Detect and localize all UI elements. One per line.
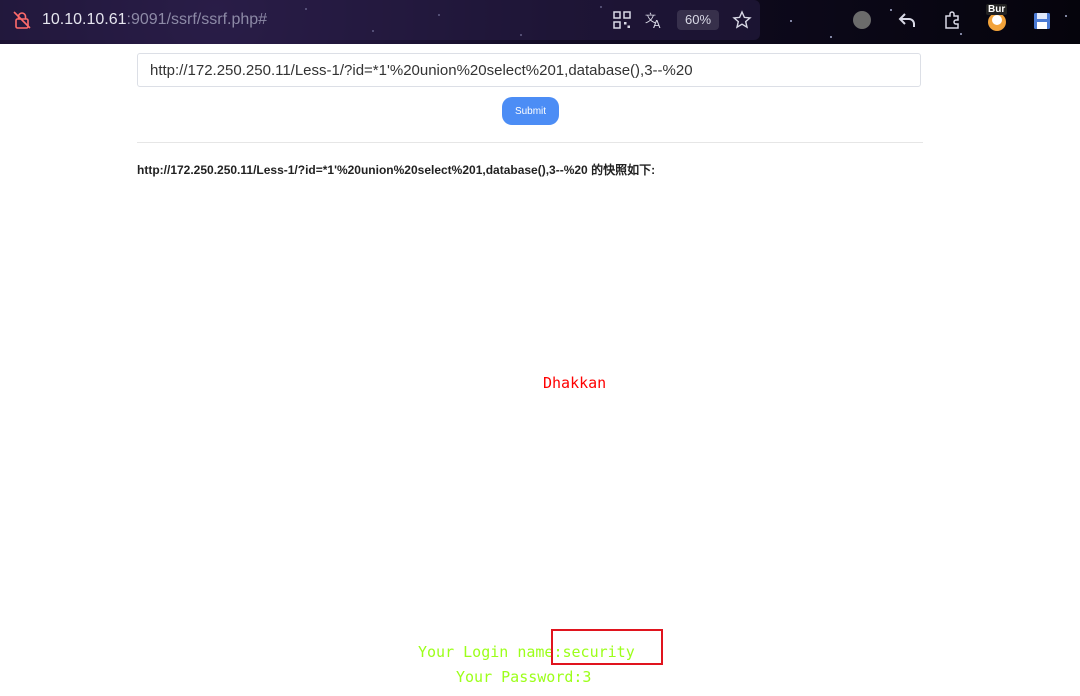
decor-star: [890, 9, 892, 11]
puzzle-icon[interactable]: [942, 10, 962, 30]
back-arrow-icon[interactable]: [897, 10, 917, 30]
decor-star: [790, 20, 792, 22]
insecure-lock-icon[interactable]: [12, 10, 32, 30]
url-input[interactable]: [137, 53, 921, 87]
zoom-level-badge[interactable]: 60%: [677, 10, 719, 30]
star-icon[interactable]: [732, 10, 752, 30]
password-line: Your Password:3: [456, 668, 592, 686]
address-bar[interactable]: 10.10.10.61:9091/ssrf/ssrf.php# 文 A 60%: [0, 0, 760, 40]
address-text[interactable]: 10.10.10.61:9091/ssrf/ssrf.php#: [42, 11, 267, 29]
qr-code-icon[interactable]: [612, 10, 632, 30]
address-host: 10.10.10.61: [42, 11, 127, 28]
highlight-box: [551, 629, 663, 665]
decor-star: [830, 36, 832, 38]
decor-star: [1065, 15, 1067, 17]
save-icon[interactable]: [1032, 11, 1052, 31]
snapshot-label: http://172.250.250.11/Less-1/?id=*1'%20u…: [137, 163, 656, 177]
browser-toolbar: 10.10.10.61:9091/ssrf/ssrf.php# 文 A 60% …: [0, 0, 1080, 44]
decor-star: [960, 33, 962, 35]
burp-label: Bur: [986, 4, 1008, 15]
submit-button[interactable]: Submit: [502, 97, 559, 125]
svg-text:A: A: [653, 18, 661, 30]
translate-icon[interactable]: 文 A: [644, 10, 664, 30]
result-title: Dhakkan: [543, 374, 607, 392]
address-path: :9091/ssrf/ssrf.php#: [126, 11, 268, 28]
divider: [137, 142, 923, 143]
extension-circle-icon[interactable]: [853, 11, 871, 29]
